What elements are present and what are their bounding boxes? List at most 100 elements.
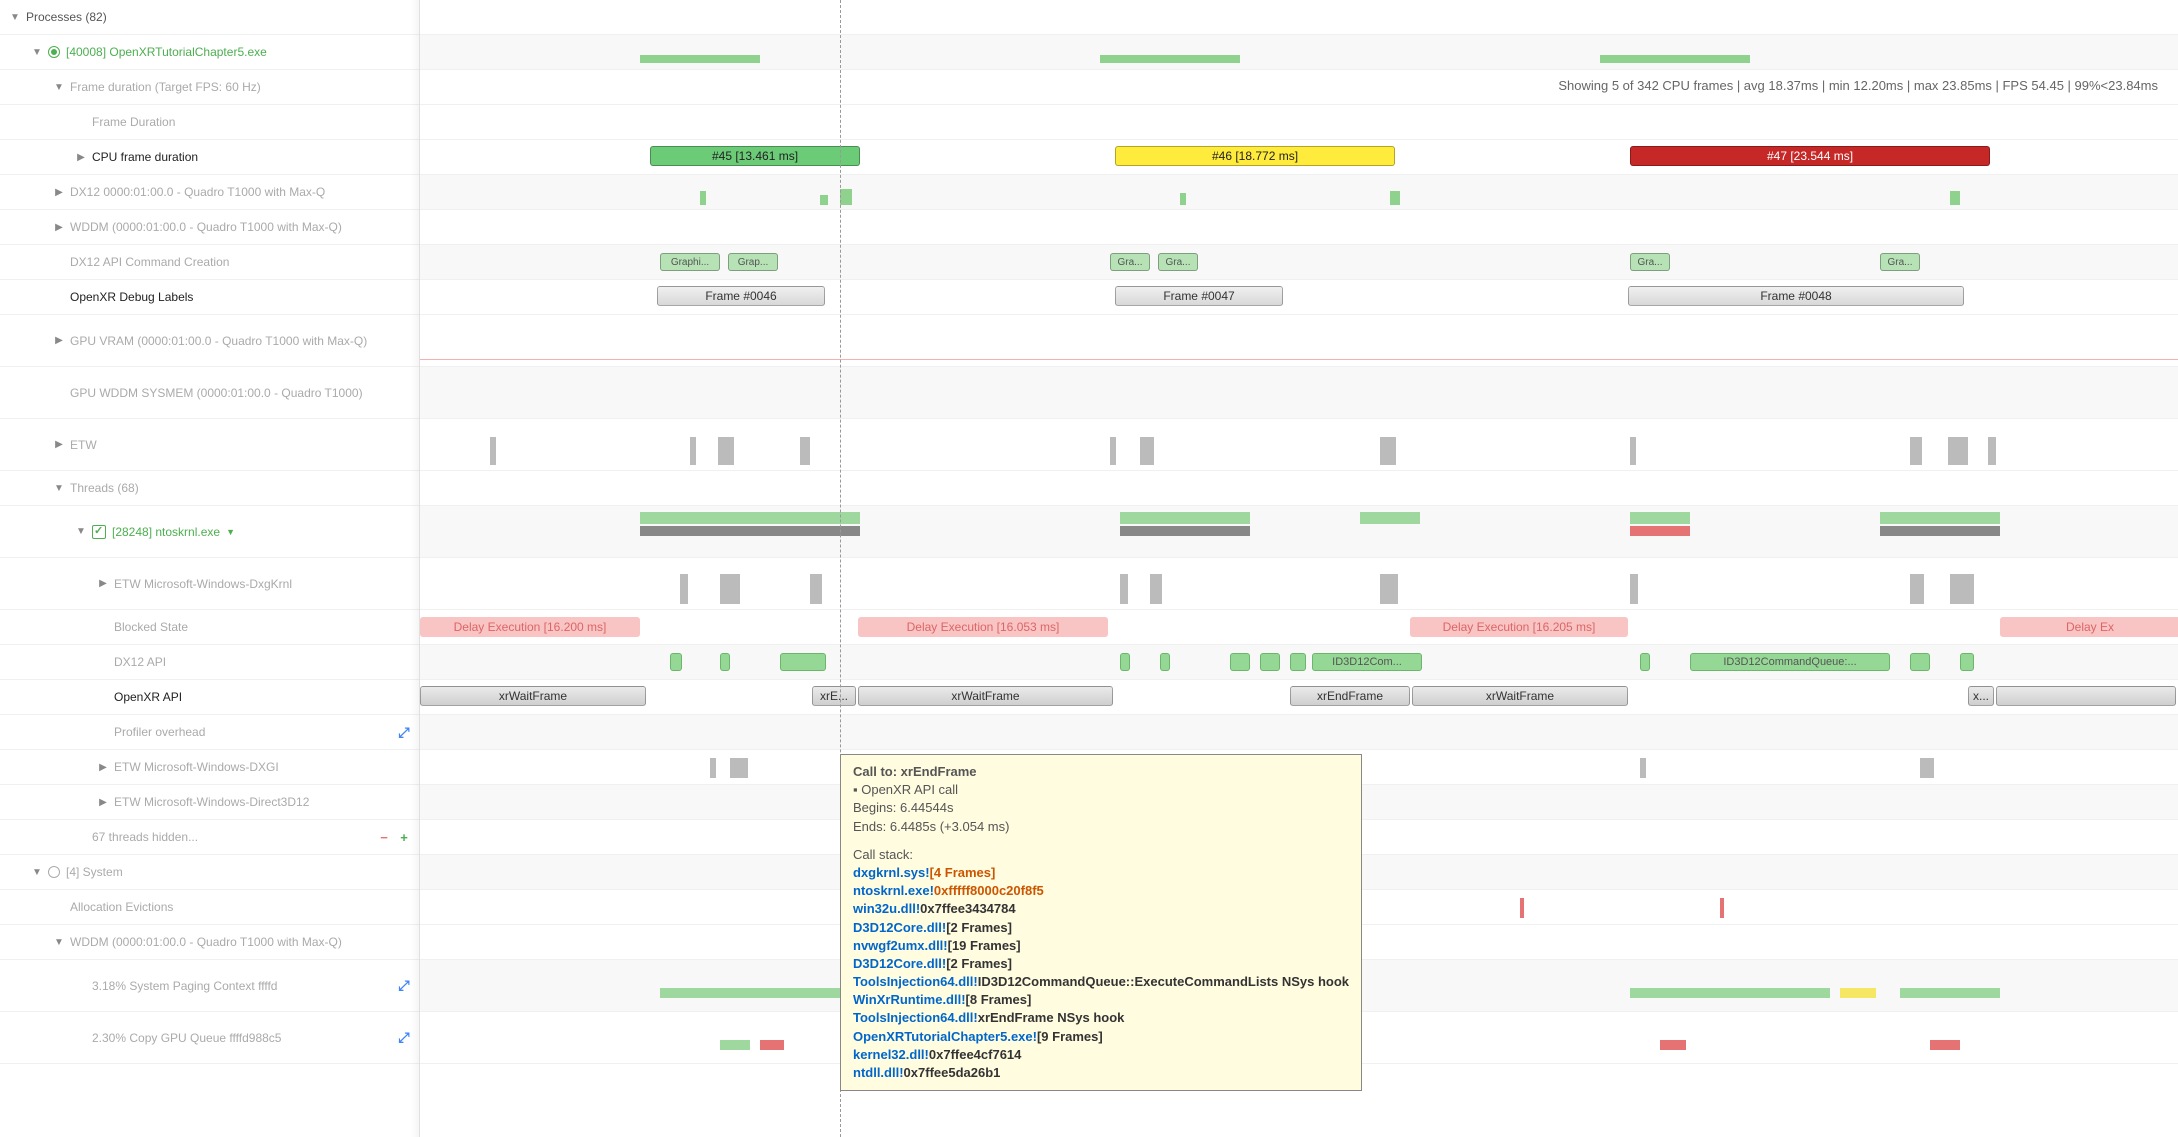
caret-icon[interactable] [52, 937, 66, 948]
xr-waitframe[interactable]: xrWaitFrame [858, 686, 1113, 706]
threads-row[interactable]: Threads (68) 0 to 100% [0, 471, 419, 506]
radio-icon[interactable] [48, 866, 60, 878]
cmd-bar[interactable]: Gra... [1158, 253, 1198, 271]
dx-call[interactable] [780, 653, 826, 671]
delay-bar[interactable]: Delay Execution [16.200 ms] [420, 617, 640, 637]
dx-id3d12-bar[interactable]: ID3D12Com... [1312, 653, 1422, 671]
system-row[interactable]: [4] System 0 to 100% [0, 855, 419, 890]
caret-icon[interactable] [74, 526, 88, 537]
etw-d3d12-row[interactable]: ETW Microsoft-Windows-Direct3D12 [0, 785, 419, 820]
etw-dxgi-row[interactable]: ETW Microsoft-Windows-DXGI [0, 750, 419, 785]
wddm-sys-row[interactable]: WDDM (0000:01:00.0 - Quadro T1000 with M… [0, 925, 419, 960]
caret-icon[interactable] [8, 12, 22, 23]
timeline-pane[interactable]: Showing 5 of 342 CPU frames | avg 18.37m… [420, 0, 2178, 1137]
etw-glyph [1630, 437, 1636, 465]
dx-call[interactable] [1160, 653, 1170, 671]
debug-frame-46[interactable]: Frame #0046 [657, 286, 825, 306]
paging-band [660, 988, 840, 998]
dx-call[interactable] [1230, 653, 1250, 671]
dx-call[interactable] [1910, 653, 1930, 671]
wddm-row[interactable]: WDDM (0000:01:00.0 - Quadro T1000 with M… [0, 210, 419, 245]
caret-icon[interactable] [52, 187, 66, 198]
etw-glyph [490, 437, 496, 465]
xr-waitframe[interactable] [1996, 686, 2176, 706]
cmd-bar[interactable]: Gra... [1880, 253, 1920, 271]
caret-icon[interactable] [52, 82, 66, 93]
caret-icon[interactable] [96, 797, 110, 808]
cpu-frame-46[interactable]: #46 [18.772 ms] [1115, 146, 1395, 166]
tl-processes [420, 0, 2178, 35]
cmd-bar[interactable]: Gra... [1110, 253, 1150, 271]
tl-wddm [420, 210, 2178, 245]
xr-waitframe[interactable]: xrWaitFrame [420, 686, 646, 706]
plus-icon[interactable]: + [397, 830, 411, 844]
dx12-api-cmd-row[interactable]: DX12 API Command Creation [0, 245, 419, 280]
etw-row[interactable]: ETW [0, 419, 419, 471]
cmd-bar[interactable]: Grap... [728, 253, 778, 271]
delay-bar[interactable]: Delay Execution [16.053 ms] [858, 617, 1108, 637]
dx-call[interactable] [1120, 653, 1130, 671]
expand-icon[interactable]: ⤢ [397, 1031, 411, 1045]
radio-icon[interactable] [48, 46, 60, 58]
delay-bar[interactable]: Delay Ex [2000, 617, 2178, 637]
ntoskrnl-row[interactable]: [28248] ntoskrnl.exe ▼ [0, 506, 419, 558]
caret-icon[interactable] [52, 439, 66, 450]
row-label: OpenXR API [114, 690, 182, 704]
cpu-frame-45[interactable]: #45 [13.461 ms] [650, 146, 860, 166]
glyph [840, 189, 852, 205]
dropdown-caret-icon[interactable]: ▼ [226, 527, 235, 537]
dx-id3d12-bar[interactable]: ID3D12CommandQueue:... [1690, 653, 1890, 671]
cmd-bar[interactable]: Gra... [1630, 253, 1670, 271]
openxr-debug-row[interactable]: OpenXR Debug Labels [0, 280, 419, 315]
cmd-bar[interactable]: Graphi... [660, 253, 720, 271]
frame-duration-target-row[interactable]: Frame duration (Target FPS: 60 Hz) [0, 70, 419, 105]
etw-glyph [1140, 437, 1154, 465]
debug-frame-48[interactable]: Frame #0048 [1628, 286, 1964, 306]
copy-gpu-row[interactable]: 2.30% Copy GPU Queue ffffd988c5 ⤢ [0, 1012, 419, 1064]
etw-dxgkrnl-row[interactable]: ETW Microsoft-Windows-DxgKrnl [0, 558, 419, 610]
openxr-api-row[interactable]: OpenXR API [0, 680, 419, 715]
cpu-frame-47[interactable]: #47 [23.544 ms] [1630, 146, 1990, 166]
processes-row[interactable]: Processes (82) [0, 0, 419, 35]
xr-endframe[interactable]: xrEndFrame [1290, 686, 1410, 706]
caret-icon[interactable] [52, 483, 66, 494]
paging-ctx-row[interactable]: 3.18% System Paging Context ffffd ⤢ [0, 960, 419, 1012]
gpu-sysmem-row[interactable]: GPU WDDM SYSMEM (0000:01:00.0 - Quadro T… [0, 367, 419, 419]
dx-call[interactable] [1260, 653, 1280, 671]
debug-frame-47[interactable]: Frame #0047 [1115, 286, 1283, 306]
evict-glyph [1720, 898, 1724, 918]
caret-icon[interactable] [96, 578, 110, 589]
expand-icon[interactable]: ⤢ [397, 979, 411, 993]
xr-endframe-short[interactable]: xrE... [812, 686, 856, 706]
profiler-overhead-row[interactable]: Profiler overhead ⤢ [0, 715, 419, 750]
delay-bar[interactable]: Delay Execution [16.205 ms] [1410, 617, 1628, 637]
checkbox-icon[interactable] [92, 525, 106, 539]
glyph [700, 191, 706, 205]
dx-call[interactable] [670, 653, 682, 671]
blocked-state-row[interactable]: Blocked State [0, 610, 419, 645]
caret-icon[interactable] [96, 762, 110, 773]
dx12-api-row[interactable]: DX12 API [0, 645, 419, 680]
hidden-threads-row[interactable]: 67 threads hidden... − + 0 to 100% [0, 820, 419, 855]
caret-icon[interactable] [30, 47, 44, 58]
cpu-frame-duration-row[interactable]: CPU frame duration [0, 140, 419, 175]
alloc-evictions-row[interactable]: Allocation Evictions [0, 890, 419, 925]
xr-waitframe[interactable]: xrWaitFrame [1412, 686, 1628, 706]
caret-icon[interactable] [30, 867, 44, 878]
frame-duration-row[interactable]: Frame Duration [0, 105, 419, 140]
caret-icon[interactable] [52, 335, 66, 346]
process-row[interactable]: [40008] OpenXRTutorialChapter5.exe 0 to … [0, 35, 419, 70]
dx-call[interactable] [720, 653, 730, 671]
gpu-vram-row[interactable]: GPU VRAM (0000:01:00.0 - Quadro T1000 wi… [0, 315, 419, 367]
expand-icon[interactable]: ⤢ [397, 725, 411, 739]
caret-icon[interactable] [74, 152, 88, 163]
minus-icon[interactable]: − [377, 830, 391, 844]
glyph [730, 758, 748, 778]
paging-band [1840, 988, 1876, 998]
dx-call[interactable] [1960, 653, 1974, 671]
dx-call[interactable] [1290, 653, 1306, 671]
dx12-row[interactable]: DX12 0000:01:00.0 - Quadro T1000 with Ma… [0, 175, 419, 210]
caret-icon[interactable] [52, 222, 66, 233]
xr-short[interactable]: x... [1968, 686, 1994, 706]
dx-call[interactable] [1640, 653, 1650, 671]
